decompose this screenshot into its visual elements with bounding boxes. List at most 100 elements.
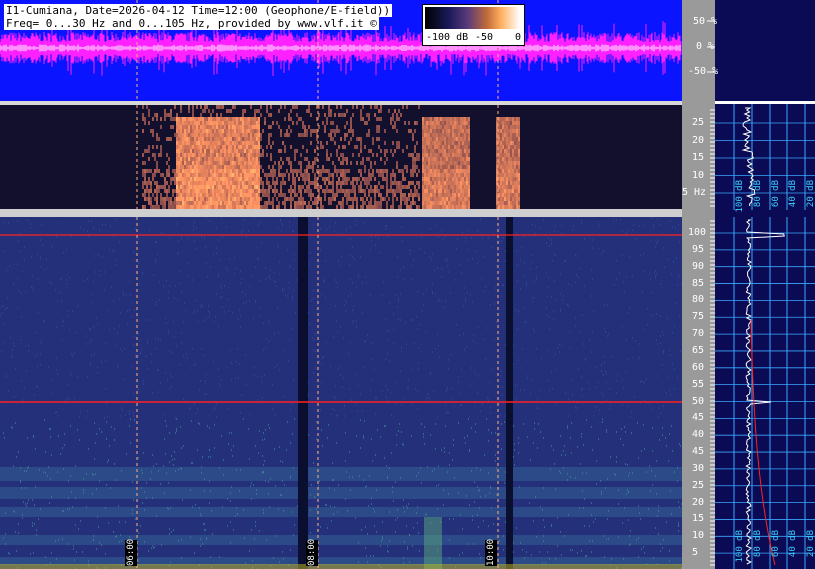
spectrogram-cell [167, 379, 168, 381]
spectrogram-cell [612, 356, 613, 358]
spectrogram-cell [264, 189, 266, 193]
spectrogram-cell [226, 189, 228, 193]
spectrogram-cell [332, 161, 334, 165]
spectrogram-cell [26, 470, 27, 472]
spectrogram-cell [202, 129, 204, 133]
spectrogram-cell [95, 473, 96, 475]
spectrogram-cell [368, 181, 370, 185]
spectrogram-cell [180, 125, 182, 129]
spectrogram-cell [444, 193, 446, 197]
spectrogram-cell [202, 161, 204, 165]
spectrogram-cell [466, 117, 468, 121]
spectrogram-cell [222, 189, 224, 193]
spectrogram-cell [410, 173, 412, 177]
spectrogram-cell [216, 173, 218, 177]
spectrogram-cell [364, 420, 365, 422]
spectrogram-cell [592, 278, 593, 280]
spectrogram-cell [154, 197, 156, 201]
spectrogram-cell [214, 197, 216, 201]
spectrogram-cell [256, 169, 258, 173]
spectrogram-cell [460, 197, 462, 201]
spectrogram-cell [238, 377, 239, 379]
spectrogram-cell [186, 189, 188, 193]
spectrogram-cell [290, 193, 292, 197]
spectrogram-cell [3, 432, 4, 434]
spectrogram-cell [274, 169, 276, 173]
spectrogram-cell [184, 125, 186, 129]
spectrogram-cell [336, 105, 338, 109]
spectrogram-cell [282, 551, 283, 553]
spectrogram-cell [508, 177, 510, 181]
spectrogram-cell [338, 201, 340, 205]
spectrogram-cell [314, 339, 315, 341]
spectrogram-cell [422, 193, 424, 197]
spectrogram-cell [477, 514, 478, 516]
spectrogram-cell [180, 177, 182, 181]
spectrogram-cell [599, 409, 600, 411]
spectrogram-cell [234, 173, 236, 177]
spectrogram-cell [403, 397, 404, 399]
spectrogram-cell [326, 185, 328, 189]
spectrogram-cell [192, 173, 194, 177]
spectrogram-cell [149, 383, 150, 385]
spectrogram-cell [250, 105, 252, 109]
spectrogram-cell [442, 197, 444, 201]
spectrogram-cell [491, 507, 492, 509]
spectrogram-cell [448, 133, 450, 137]
spectrogram-cell [371, 379, 372, 381]
spectrogram-cell [314, 173, 316, 177]
spectrogram-cell [426, 149, 428, 153]
spectrogram-cell [276, 285, 277, 287]
spectrogram-cell [178, 193, 180, 197]
spectrogram-cell [416, 141, 418, 145]
spectrogram-cell [230, 197, 232, 201]
spectrogram-cell [660, 543, 661, 545]
spectrogram-cell [466, 141, 468, 145]
spectrogram-cell [259, 280, 260, 282]
spectrogram-cell [180, 117, 182, 121]
spectrogram-cell [308, 181, 310, 185]
spectrogram-cell [254, 129, 256, 133]
spectrogram-cell [447, 387, 448, 389]
spectrogram-cell [434, 193, 436, 197]
spectrogram-cell [222, 181, 224, 185]
spectrogram-cell [224, 121, 226, 125]
spectrogram-cell [190, 173, 192, 177]
spectrogram-cell [364, 165, 366, 169]
spectrogram-cell [62, 319, 63, 321]
spectrogram-cell [500, 169, 502, 173]
spectrogram-cell [208, 153, 210, 157]
spectrogram-cell [231, 486, 232, 488]
spectrogram-cell [448, 185, 450, 189]
spectrogram-cell [1, 312, 2, 314]
spectrogram-cell [512, 121, 514, 125]
spectrogram-cell [63, 510, 64, 512]
spectrogram-cell [195, 248, 196, 250]
spectrogram-cell [444, 201, 446, 205]
spectrogram-cell [428, 129, 430, 133]
spectrogram-cell [290, 201, 292, 205]
spectrogram-cell [161, 232, 162, 234]
spectrogram-cell [99, 229, 100, 231]
spectrogram-cell [268, 113, 270, 117]
spectrogram-cell [392, 125, 394, 129]
spectrogram-cell [256, 137, 258, 141]
spectrogram-cell [275, 485, 276, 487]
spectrogram-cell [339, 365, 340, 367]
spectrogram-cell [456, 173, 458, 177]
spectrogram-cell [121, 407, 122, 409]
spectrogram-cell [326, 341, 327, 343]
spectrogram-cell [188, 153, 190, 157]
spectrogram-cell [474, 370, 475, 372]
spectrogram-cell [146, 497, 147, 499]
spectrogram-cell [360, 161, 362, 165]
spectrogram-cell [575, 406, 576, 408]
spectrogram-cell [101, 544, 102, 546]
spectrogram-cell [212, 129, 214, 133]
spectrogram-cell [510, 157, 512, 161]
spectrogram-cell [446, 390, 447, 392]
spectrogram-cell [332, 181, 334, 185]
spectrogram-cell [506, 141, 508, 145]
spectrogram-cell [227, 367, 228, 369]
spectrogram-cell [252, 161, 254, 165]
